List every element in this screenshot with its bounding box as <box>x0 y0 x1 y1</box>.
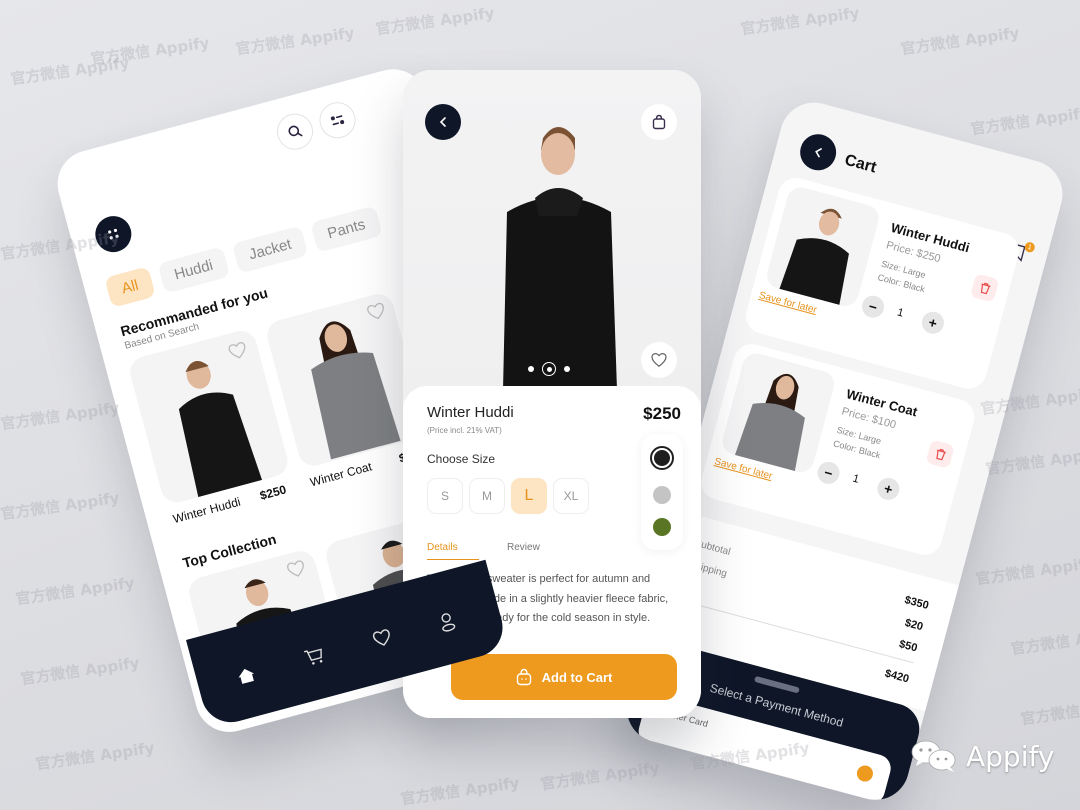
watermark: 官方微信 Appify <box>739 3 861 39</box>
product-image <box>734 373 805 472</box>
cart-icon[interactable] <box>303 645 327 668</box>
search-icon <box>288 125 303 137</box>
cart-item-image <box>764 184 882 310</box>
wechat-icon <box>911 740 956 772</box>
heart-icon[interactable] <box>284 558 308 581</box>
back-button[interactable] <box>425 104 461 140</box>
cart-item-image <box>719 350 838 476</box>
product-details: Winter Huddi $250 (Price incl. 21% VAT) … <box>403 386 701 718</box>
trash-icon <box>980 282 990 295</box>
appify-logo: Appify <box>910 738 1054 774</box>
watermark: 官方微信 Appify <box>1009 623 1080 659</box>
chip-jacket[interactable]: Jacket <box>231 225 309 274</box>
vat-note: (Price incl. 21% VAT) <box>427 426 502 435</box>
grid-dots-icon <box>108 228 119 240</box>
decrease-qty-button[interactable]: − <box>815 459 842 487</box>
shopping-bag-icon <box>516 668 531 686</box>
card-radio[interactable] <box>855 763 875 784</box>
total-value: $420 <box>883 667 911 686</box>
filter-button[interactable] <box>315 98 360 143</box>
carousel-dots <box>528 362 570 376</box>
color-swatch-black[interactable] <box>650 446 674 470</box>
tab-review[interactable]: Review <box>507 542 540 553</box>
heart-icon[interactable] <box>226 340 250 363</box>
watermark: 官方微信 Appify <box>234 23 356 59</box>
watermark: 官方微信 Appify <box>14 573 136 609</box>
chevron-left-icon <box>815 148 822 158</box>
summary-value: $20 <box>903 616 925 634</box>
product-image <box>178 360 263 498</box>
carousel-dot[interactable] <box>564 366 570 372</box>
trash-icon <box>935 448 946 461</box>
summary-value: $50 <box>897 638 919 655</box>
product-hero-image <box>503 127 617 390</box>
chip-pants[interactable]: Pants <box>310 205 383 253</box>
heart-icon <box>651 352 667 368</box>
cart-title: Cart <box>842 151 879 177</box>
color-swatch-grey[interactable] <box>653 486 671 504</box>
heart-icon[interactable] <box>370 627 394 650</box>
color-swatch-olive[interactable] <box>653 518 671 536</box>
decrease-qty-button[interactable]: − <box>859 293 887 321</box>
product-image <box>779 208 849 305</box>
increase-qty-button[interactable]: + <box>874 475 902 503</box>
watermark: 官方微信 Appify <box>89 33 211 69</box>
home-icon[interactable] <box>236 666 258 686</box>
watermark: 官方微信 Appify <box>9 53 131 89</box>
carousel-dot[interactable] <box>528 366 534 372</box>
cart-item-qty: 1 <box>851 472 861 486</box>
size-option-m[interactable]: M <box>469 478 505 514</box>
watermark: 官方微信 Appify <box>984 443 1080 479</box>
watermark: 官方微信 Appify <box>34 738 156 774</box>
delete-item-button[interactable] <box>969 273 1000 303</box>
chip-huddi[interactable]: Huddi <box>157 246 231 294</box>
add-to-cart-button[interactable]: Add to Cart <box>451 654 677 700</box>
watermark: 官方微信 Appify <box>374 3 496 39</box>
chevron-left-icon <box>439 117 446 127</box>
product-image <box>311 321 401 460</box>
size-option-s[interactable]: S <box>427 478 463 514</box>
delete-item-button[interactable] <box>925 439 955 469</box>
shopping-bag-icon <box>652 114 666 130</box>
heart-icon[interactable] <box>364 300 388 323</box>
summary-value: $350 <box>903 594 930 613</box>
watermark: 官方微信 Appify <box>539 758 661 794</box>
product-card-winter-huddi[interactable] <box>126 327 292 506</box>
watermark: 官方微信 Appify <box>399 773 521 809</box>
cart-item-qty: 1 <box>895 306 905 320</box>
size-option-l[interactable]: L <box>511 478 547 514</box>
product-hero <box>403 70 701 400</box>
profile-icon[interactable] <box>436 610 459 634</box>
watermark: 官方微信 Appify <box>974 553 1080 589</box>
appify-logo-text: Appify <box>966 739 1055 773</box>
filter-icon <box>330 115 345 126</box>
back-button[interactable] <box>796 130 841 175</box>
favorite-button[interactable] <box>641 342 677 378</box>
bag-button[interactable] <box>641 104 677 140</box>
tab-details[interactable]: Details <box>427 542 479 560</box>
carousel-dot-active[interactable] <box>542 362 556 376</box>
search-button[interactable] <box>272 109 318 154</box>
add-to-cart-label: Add to Cart <box>541 669 613 685</box>
product-price: $250 <box>258 482 288 503</box>
watermark: 官方微信 Appify <box>0 398 121 434</box>
size-label: Choose Size <box>427 452 496 466</box>
sheet-handle[interactable] <box>753 675 800 694</box>
chip-all[interactable]: All <box>104 266 156 308</box>
product-name: Winter Huddi <box>427 404 514 421</box>
product-price: $250 <box>643 404 681 423</box>
menu-button[interactable] <box>91 212 136 257</box>
size-option-xl[interactable]: XL <box>553 478 589 514</box>
color-picker <box>641 434 683 550</box>
watermark: 官方微信 Appify <box>0 488 121 524</box>
increase-qty-button[interactable]: + <box>919 309 947 337</box>
watermark: 官方微信 Appify <box>899 23 1021 59</box>
watermark: 官方微信 Appify <box>1019 694 1080 729</box>
watermark: 官方微信 Appify <box>969 103 1080 139</box>
watermark: 官方微信 Appify <box>19 653 141 689</box>
